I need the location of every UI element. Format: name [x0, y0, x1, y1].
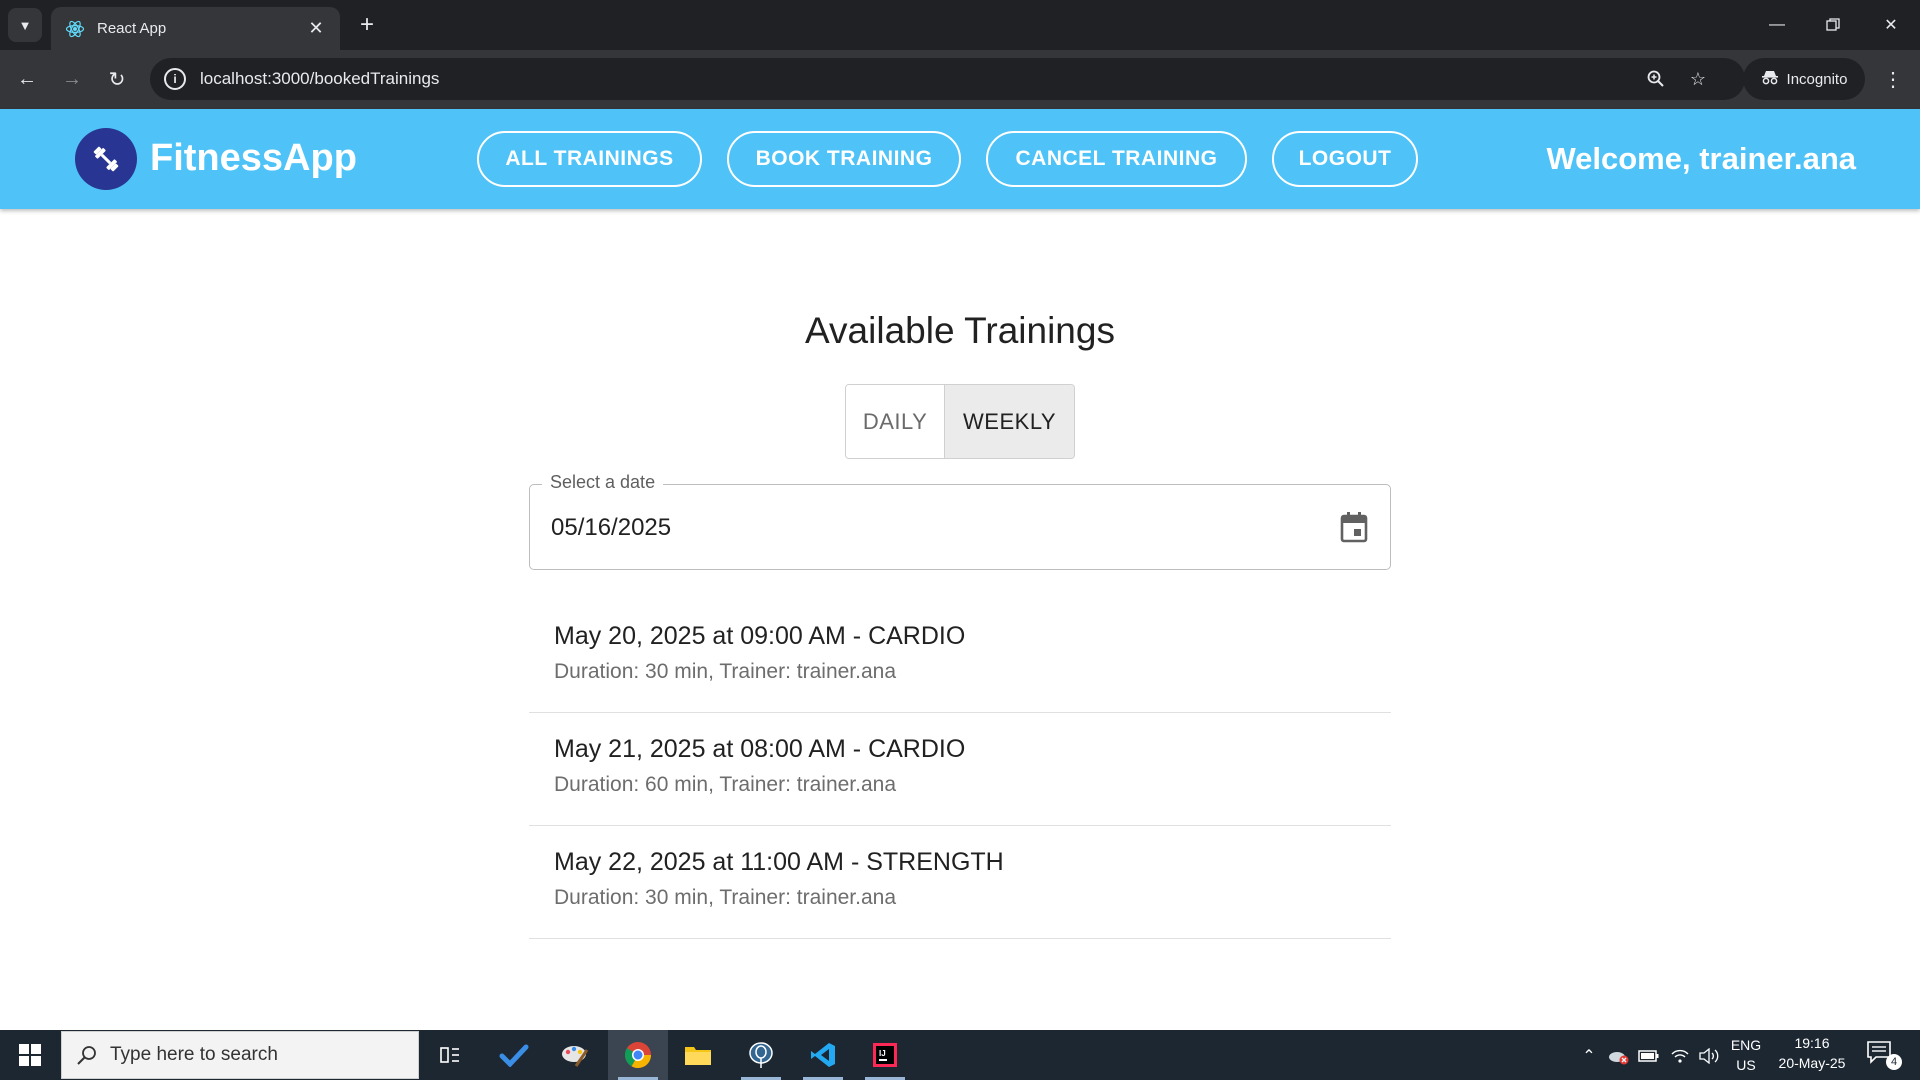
minimize-button[interactable]: —: [1757, 8, 1797, 42]
taskbar-search-placeholder: Type here to search: [110, 1044, 278, 1065]
browser-tab[interactable]: React App ✕: [51, 7, 340, 50]
training-list-item[interactable]: May 22, 2025 at 11:00 AM - STRENGTH Dura…: [529, 826, 1391, 939]
calendar-icon[interactable]: [1336, 509, 1372, 545]
chrome-taskbar-icon[interactable]: [608, 1030, 668, 1080]
brand-name[interactable]: FitnessApp: [150, 137, 357, 180]
restore-icon: [1826, 18, 1840, 31]
url-text: localhost:3000/bookedTrainings: [200, 69, 440, 88]
back-button[interactable]: ←: [10, 62, 44, 96]
chevron-up-icon[interactable]: ⌃: [1577, 1045, 1601, 1067]
incognito-indicator[interactable]: Incognito: [1743, 58, 1865, 100]
tab-title: React App: [97, 20, 167, 37]
paint-app-icon[interactable]: [545, 1030, 605, 1080]
training-details: Duration: 30 min, Trainer: trainer.ana: [554, 886, 897, 909]
windows-logo-icon: [19, 1044, 41, 1066]
dumbbell-logo-icon: [75, 128, 137, 190]
toggle-weekly[interactable]: WEEKLY: [945, 385, 1074, 458]
view-toggle-group: DAILY WEEKLY: [845, 384, 1075, 459]
language-indicator[interactable]: ENG US: [1723, 1035, 1769, 1075]
forward-button[interactable]: →: [55, 62, 89, 96]
system-clock[interactable]: 19:16 20-May-25: [1769, 1033, 1855, 1073]
volume-icon[interactable]: [1697, 1045, 1721, 1067]
training-details: Duration: 30 min, Trainer: trainer.ana: [554, 660, 897, 683]
browser-menu-button[interactable]: ⋮: [1878, 62, 1908, 96]
language-region: US: [1736, 1057, 1756, 1073]
address-bar[interactable]: i localhost:3000/bookedTrainings ☆: [150, 58, 1745, 100]
language-code: ENG: [1730, 1037, 1762, 1053]
close-window-button[interactable]: ✕: [1871, 8, 1911, 42]
vscode-app-icon[interactable]: [793, 1030, 853, 1080]
zoom-icon[interactable]: [1643, 66, 1669, 92]
file-explorer-icon[interactable]: [668, 1030, 728, 1080]
notification-count-badge: 4: [1886, 1054, 1902, 1070]
training-title: May 22, 2025 at 11:00 AM - STRENGTH: [554, 848, 1004, 876]
nav-cancel-training-button[interactable]: CANCEL TRAINING: [986, 131, 1247, 187]
taskbar-search-box[interactable]: Type here to search: [61, 1031, 419, 1079]
nav-book-training-button[interactable]: BOOK TRAINING: [727, 131, 961, 187]
chevron-down-icon: ▼: [18, 17, 32, 33]
welcome-message: Welcome, trainer.ana: [1546, 141, 1856, 176]
incognito-label: Incognito: [1786, 70, 1848, 88]
tab-close-icon[interactable]: ✕: [306, 18, 326, 39]
react-logo-icon: [65, 19, 85, 39]
search-icon: [77, 1046, 96, 1065]
training-list-item[interactable]: May 21, 2025 at 08:00 AM - CARDIO Durati…: [529, 713, 1391, 826]
date-picker-field[interactable]: Select a date 05/16/2025: [529, 472, 1391, 570]
nav-all-trainings-button[interactable]: ALL TRAININGS: [477, 131, 702, 187]
task-view-icon[interactable]: [420, 1030, 480, 1080]
clock-time: 19:16: [1794, 1035, 1830, 1051]
toggle-daily[interactable]: DAILY: [846, 385, 946, 458]
battery-icon[interactable]: [1637, 1045, 1661, 1067]
postgres-app-icon[interactable]: [731, 1030, 791, 1080]
tab-search-button[interactable]: ▼: [8, 8, 42, 42]
app-header: FitnessApp ALL TRAININGS BOOK TRAINING C…: [0, 109, 1920, 209]
training-title: May 21, 2025 at 08:00 AM - CARDIO: [554, 735, 966, 763]
restore-button[interactable]: [1813, 8, 1853, 42]
browser-tab-bar: ▼ React App ✕ + — ✕: [0, 0, 1920, 50]
clock-date: 20-May-25: [1778, 1055, 1846, 1071]
site-info-icon[interactable]: i: [164, 68, 186, 90]
todo-app-icon[interactable]: [484, 1030, 544, 1080]
training-title: May 20, 2025 at 09:00 AM - CARDIO: [554, 622, 966, 650]
nav-logout-button[interactable]: LOGOUT: [1272, 131, 1418, 187]
training-list-item[interactable]: May 20, 2025 at 09:00 AM - CARDIO Durati…: [529, 600, 1391, 713]
new-tab-button[interactable]: +: [352, 10, 382, 40]
training-list: May 20, 2025 at 09:00 AM - CARDIO Durati…: [529, 600, 1391, 939]
date-picker-value[interactable]: 05/16/2025: [551, 514, 671, 542]
browser-toolbar: ← → ↻ i localhost:3000/bookedTrainings ☆…: [0, 50, 1920, 109]
training-details: Duration: 60 min, Trainer: trainer.ana: [554, 773, 897, 796]
onedrive-error-icon[interactable]: [1606, 1045, 1630, 1067]
bookmark-star-icon[interactable]: ☆: [1685, 66, 1711, 92]
page-title: Available Trainings: [805, 310, 1115, 351]
notification-center-button[interactable]: 4: [1866, 1040, 1902, 1070]
wifi-icon[interactable]: [1668, 1045, 1692, 1067]
reload-button[interactable]: ↻: [100, 62, 134, 96]
windows-taskbar: Type here to search IJ ⌃ ENG US 19:16 20…: [0, 1030, 1920, 1080]
svg-text:IJ: IJ: [879, 1049, 886, 1058]
date-picker-label: Select a date: [542, 472, 664, 493]
incognito-icon: [1761, 69, 1779, 89]
windows-start-button[interactable]: [0, 1030, 60, 1080]
intellij-app-icon[interactable]: IJ: [855, 1030, 915, 1080]
